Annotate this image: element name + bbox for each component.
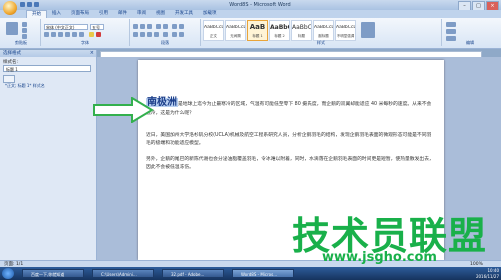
styles-pane: 选择格式 × 样式名: 标题 1 *正文; 标题 1* 样式名 bbox=[0, 50, 97, 260]
paragraph-1[interactable]: 南极洲是地球上迄今为止最寒冷的区域，气温有可能低至零下 80 摄氏度，而企鹅的双… bbox=[146, 98, 436, 118]
superscript-icon[interactable] bbox=[79, 32, 84, 37]
start-button[interactable] bbox=[2, 268, 14, 279]
change-styles-icon[interactable] bbox=[361, 22, 375, 38]
copy-icon[interactable] bbox=[22, 28, 27, 33]
numbering-icon[interactable] bbox=[140, 24, 145, 29]
group-label: 段落 bbox=[161, 40, 169, 45]
styles-group: AaBbCcDc 正文 AaBbCcDc 无间隔 AaB 标题 1 AaBbC … bbox=[201, 19, 442, 46]
tab-home[interactable]: 开始 bbox=[26, 10, 47, 18]
close-icon[interactable]: × bbox=[90, 50, 94, 57]
replace-icon[interactable] bbox=[446, 29, 456, 34]
format-painter-icon[interactable] bbox=[22, 34, 27, 39]
font-color-icon[interactable] bbox=[96, 32, 101, 37]
taskbar-item-browser[interactable]: 百度一下,你就知道 bbox=[22, 269, 84, 278]
borders-icon[interactable] bbox=[179, 32, 184, 37]
paragraph-1-text: 是地球上迄今为止最寒冷的区域，气温有可能低至零下 80 摄氏度，而企鹅的双翼却能… bbox=[146, 102, 432, 116]
style-title[interactable]: AaBbC 标题 bbox=[291, 20, 312, 41]
underline-icon[interactable] bbox=[58, 32, 63, 37]
tab-developer[interactable]: 开发工具 bbox=[170, 10, 198, 18]
tab-references[interactable]: 引用 bbox=[94, 10, 113, 18]
save-icon[interactable] bbox=[20, 2, 25, 7]
redo-icon[interactable] bbox=[34, 2, 39, 7]
ribbon: 剪贴板 宋体 (中文正文) 五号 字体 段落 AaBbCcDc 正文 bbox=[0, 18, 501, 49]
strikethrough-icon[interactable] bbox=[65, 32, 70, 37]
quick-access-toolbar bbox=[20, 2, 39, 8]
group-label: 字体 bbox=[81, 40, 89, 45]
tab-review[interactable]: 审阅 bbox=[132, 10, 151, 18]
paragraph-2[interactable]: 近日，美国加州大学洛杉矶分校(UCLA)机械及航空工程系研究人员，分析企鹅羽毛的… bbox=[146, 132, 436, 148]
align-center-icon[interactable] bbox=[140, 32, 145, 37]
shading-icon[interactable] bbox=[172, 32, 177, 37]
ribbon-tabs: 开始 插入 页面布局 引用 邮件 审阅 视图 开发工具 加载项 bbox=[0, 10, 501, 18]
taskbar-item-explorer[interactable]: C:\Users\Admini... bbox=[92, 269, 154, 278]
group-label: 样式 bbox=[317, 40, 325, 45]
tab-page-layout[interactable]: 页面布局 bbox=[66, 10, 94, 18]
style-select[interactable]: 标题 1 bbox=[3, 65, 91, 72]
tab-add-ins[interactable]: 加载项 bbox=[198, 10, 222, 18]
clock-date: 2016/11/27 bbox=[475, 273, 499, 279]
group-label: 剪贴板 bbox=[15, 40, 27, 45]
sort-icon[interactable] bbox=[172, 24, 177, 29]
style-subtle-emphasis[interactable]: AaBbCcDc 不明显强调 bbox=[335, 20, 356, 41]
tab-mailings[interactable]: 邮件 bbox=[113, 10, 132, 18]
multilevel-list-icon[interactable] bbox=[147, 24, 152, 29]
system-clock[interactable]: 10:40 2016/11/27 bbox=[476, 268, 499, 279]
find-icon[interactable] bbox=[446, 22, 456, 27]
highlight-icon[interactable] bbox=[89, 32, 94, 37]
style-no-spacing[interactable]: AaBbCcDc 无间隔 bbox=[225, 20, 246, 41]
font-size-select[interactable]: 五号 bbox=[90, 24, 104, 30]
pane-style-item[interactable]: *正文; 标题 1* 样式名 bbox=[5, 83, 45, 89]
title-bar: Word8S - Microsoft Word – □ × bbox=[0, 0, 501, 11]
bullets-icon[interactable] bbox=[133, 24, 138, 29]
clipboard-group: 剪贴板 bbox=[2, 19, 41, 46]
font-group: 宋体 (中文正文) 五号 字体 bbox=[41, 19, 130, 46]
paragraph-group: 段落 bbox=[130, 19, 201, 46]
show-marks-icon[interactable] bbox=[179, 24, 184, 29]
tab-view[interactable]: 视图 bbox=[151, 10, 170, 18]
decrease-indent-icon[interactable] bbox=[156, 24, 161, 29]
group-label: 编辑 bbox=[466, 40, 474, 45]
italic-icon[interactable] bbox=[51, 32, 56, 37]
align-right-icon[interactable] bbox=[147, 32, 152, 37]
undo-icon[interactable] bbox=[27, 2, 32, 7]
style-heading-1[interactable]: AaB 标题 1 bbox=[247, 20, 268, 41]
window-title: Word8S - Microsoft Word bbox=[229, 2, 291, 8]
increase-indent-icon[interactable] bbox=[163, 24, 168, 29]
cut-icon[interactable] bbox=[22, 22, 27, 27]
arrow-icon bbox=[93, 97, 154, 123]
taskbar: 百度一下,你就知道 C:\Users\Admini... 32.pdf - Ad… bbox=[0, 267, 501, 280]
paragraph-3[interactable]: 另外，企鹅的尾巴的新陈代谢也会分泌油脂覆盖羽毛，令冰难以附着，同时，水滴落在企鹅… bbox=[146, 156, 436, 172]
pane-title: 选择格式 bbox=[0, 50, 96, 57]
style-subtitle[interactable]: AaBbCcL 副标题 bbox=[313, 20, 334, 41]
style-heading-2[interactable]: AaBbC 标题 2 bbox=[269, 20, 290, 41]
editing-group: 编辑 bbox=[442, 19, 498, 46]
watermark-url: www.jsgho.com bbox=[322, 250, 437, 265]
justify-icon[interactable] bbox=[154, 32, 159, 37]
tab-insert[interactable]: 插入 bbox=[47, 10, 66, 18]
line-spacing-icon[interactable] bbox=[163, 32, 168, 37]
taskbar-item-word[interactable]: Word8S - Micros... bbox=[232, 269, 294, 278]
office-button[interactable] bbox=[3, 1, 17, 15]
taskbar-item-pdf[interactable]: 32.pdf - Adobe... bbox=[162, 269, 224, 278]
align-left-icon[interactable] bbox=[133, 32, 138, 37]
subscript-icon[interactable] bbox=[72, 32, 77, 37]
pane-options-button[interactable] bbox=[3, 75, 15, 83]
paste-icon[interactable] bbox=[6, 22, 18, 35]
font-name-select[interactable]: 宋体 (中文正文) bbox=[44, 24, 88, 30]
style-normal[interactable]: AaBbCcDc 正文 bbox=[203, 20, 224, 41]
bold-icon[interactable] bbox=[44, 32, 49, 37]
